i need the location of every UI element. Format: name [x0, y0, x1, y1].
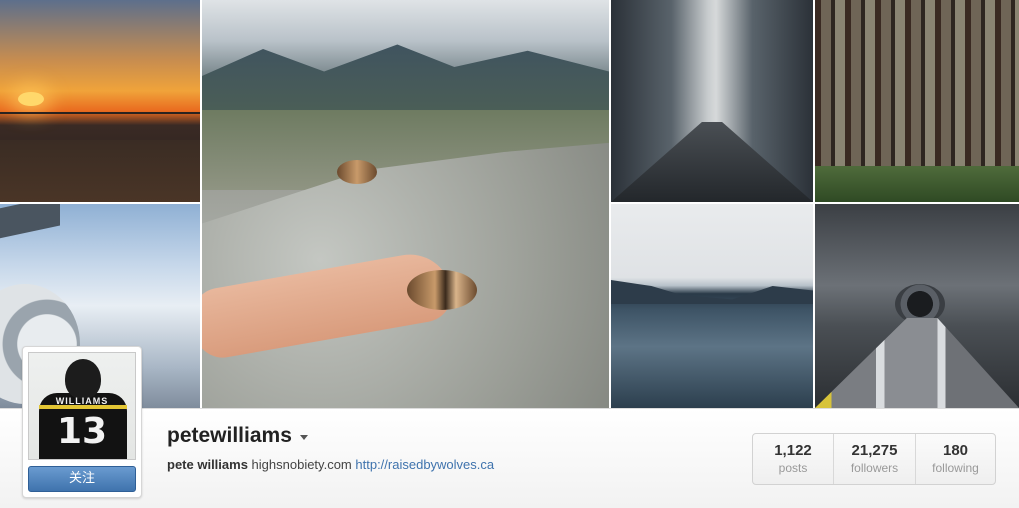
jersey-number: 13 [56, 411, 108, 452]
jersey-name: WILLIAMS [55, 396, 109, 406]
lake-photo[interactable] [611, 204, 813, 408]
caret-down-icon[interactable] [299, 435, 308, 440]
head-shape [65, 359, 101, 399]
posts-count: 1,122 [774, 442, 812, 459]
photo-mosaic-header [0, 0, 1019, 408]
lake-hills-shape [611, 280, 813, 304]
username-row: petewilliams [167, 424, 308, 448]
tunnel-tracks-shape [815, 318, 1019, 408]
avatar-card: WILLIAMS 13 关注 [22, 346, 142, 498]
railing-shape [0, 112, 200, 114]
hallway-floor-shape [611, 122, 813, 202]
forest-photo[interactable] [815, 0, 1019, 202]
following-label: following [932, 461, 979, 475]
small-chipmunk-shape [337, 160, 377, 184]
sunset-rooftop-photo[interactable] [0, 0, 200, 202]
username: petewilliams [167, 424, 292, 447]
sun-shape [18, 92, 44, 106]
following-count: 180 [942, 442, 969, 459]
reflective-hallway-photo[interactable] [611, 0, 813, 202]
profile-bio: pete williams highsnobiety.com http://ra… [167, 457, 494, 472]
deck-shape [0, 140, 200, 202]
stat-posts[interactable]: 1,122 posts [753, 434, 833, 484]
posts-label: posts [778, 461, 808, 475]
stat-followers[interactable]: 21,275 followers [833, 434, 915, 484]
full-name: pete williams [167, 457, 248, 472]
website-link[interactable]: http://raisedbywolves.ca [355, 457, 494, 472]
follow-button[interactable]: 关注 [28, 466, 136, 492]
bio-text: highsnobiety.com [251, 457, 352, 472]
followers-label: followers [850, 461, 899, 475]
forest-ground-shape [815, 166, 1019, 202]
avatar[interactable]: WILLIAMS 13 [28, 352, 136, 460]
followers-count: 21,275 [851, 442, 898, 459]
chipmunk-shape [407, 270, 477, 310]
profile-stats: 1,122 posts 21,275 followers 180 followi… [752, 433, 996, 485]
tunnel-photo[interactable] [815, 204, 1019, 408]
wing-shape [0, 204, 60, 243]
stat-following[interactable]: 180 following [915, 434, 995, 484]
chipmunk-rock-photo[interactable] [202, 0, 609, 408]
